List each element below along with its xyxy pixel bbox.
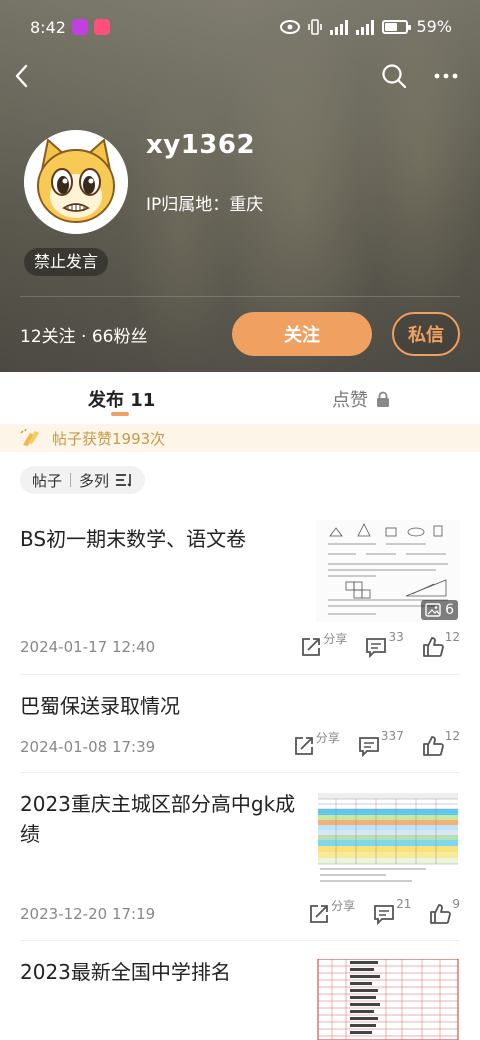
back-arrow-icon — [15, 64, 28, 88]
post-actions: 分享 337 12 — [275, 729, 460, 757]
post-item[interactable]: BS初一期末数学、语文卷 6 2024-01-17 12:40 分享 33 12 — [0, 510, 480, 674]
post-thumbnail[interactable] — [316, 959, 460, 1040]
comment-count: 21 — [396, 897, 412, 911]
post-actions: 分享 21 9 — [290, 897, 460, 925]
comment-action[interactable]: 337 — [358, 729, 404, 757]
image-count: 6 — [445, 602, 454, 618]
like-action[interactable]: 9 — [429, 897, 460, 925]
search-button[interactable] — [376, 58, 412, 94]
signal-icon-2 — [356, 19, 375, 35]
view-toggle-icon[interactable] — [115, 472, 133, 488]
tab-posts[interactable]: 发布 11 — [88, 386, 155, 412]
share-action[interactable]: 分享 — [293, 731, 340, 757]
more-button[interactable] — [428, 58, 464, 94]
username: xy1362 — [146, 130, 256, 160]
share-label: 分享 — [315, 731, 340, 745]
share-icon — [294, 737, 313, 755]
tab-active-indicator — [111, 412, 129, 416]
post-date: 2023-12-20 17:19 — [20, 905, 156, 923]
cartoon-cat-avatar-icon — [24, 130, 128, 234]
share-action[interactable]: 分享 — [308, 899, 355, 925]
tab-likes-label: 点赞 — [332, 390, 368, 411]
ip-location: IP归属地：重庆 — [146, 195, 264, 215]
battery-percent: 59% — [416, 17, 452, 36]
post-thumbnail[interactable]: 6 — [316, 520, 460, 622]
thumbs-up-icon — [422, 637, 444, 657]
header-divider — [20, 296, 460, 297]
banned-badge: 禁止发言 — [24, 248, 109, 276]
share-action[interactable]: 分享 — [300, 632, 347, 658]
profile-tabs: 发布 11 点赞 — [0, 372, 480, 424]
comment-count: 33 — [388, 630, 404, 644]
share-label: 分享 — [323, 632, 348, 646]
status-time: 8:42 — [30, 17, 66, 37]
status-bar: 8:42 59% — [0, 0, 480, 54]
post-item[interactable]: 2023重庆主城区部分高中gk成绩 2023-12-20 17:19 分享 21… — [0, 773, 480, 939]
comment-icon — [366, 638, 387, 658]
post-item[interactable]: 2023最新全国中学排名 — [0, 941, 480, 1040]
tab-likes[interactable]: 点赞 — [332, 386, 390, 412]
more-icon — [434, 73, 458, 79]
likes-banner: 帖子获赞1993次 — [0, 424, 480, 452]
post-item[interactable]: 巴蜀保送录取情况 2024-01-08 17:39 分享 337 12 — [0, 675, 480, 771]
battery-icon — [382, 19, 412, 34]
ranking-table-image — [316, 959, 460, 1040]
like-action[interactable]: 12 — [422, 630, 460, 658]
thumbs-up-icon — [422, 736, 444, 756]
comment-action[interactable]: 33 — [365, 630, 404, 658]
likes-count-text: 帖子获赞1993次 — [52, 429, 166, 448]
follow-stats[interactable]: 12关注 · 66粉丝 — [20, 322, 147, 347]
like-action[interactable]: 12 — [422, 729, 460, 757]
post-actions: 分享 33 12 — [282, 630, 460, 658]
lock-icon — [377, 391, 389, 407]
follow-button[interactable]: 关注 — [232, 312, 372, 356]
post-date: 2024-01-08 17:39 — [20, 738, 156, 756]
post-thumbnail[interactable] — [316, 791, 460, 887]
comment-icon — [358, 737, 379, 757]
thumbs-up-icon — [430, 904, 452, 924]
back-button[interactable] — [4, 58, 40, 94]
clapping-hands-icon — [20, 429, 39, 446]
like-count: 12 — [444, 729, 460, 743]
search-icon — [382, 64, 407, 89]
share-label: 分享 — [331, 899, 356, 913]
share-icon — [302, 638, 321, 656]
top-nav — [0, 58, 480, 94]
music-app-icon — [93, 19, 110, 35]
video-app-icon — [71, 19, 88, 35]
vibrate-icon — [308, 18, 323, 35]
like-count: 9 — [452, 897, 460, 911]
post-title[interactable]: 2023重庆主城区部分高中gk成绩 — [20, 789, 306, 849]
filter-separator — [70, 473, 72, 487]
comment-icon — [374, 905, 394, 925]
status-right: 59% — [280, 17, 452, 36]
post-date: 2024-01-17 12:40 — [20, 638, 156, 656]
filter-view[interactable]: 多列 — [79, 470, 109, 491]
image-count-badge: 6 — [421, 600, 458, 620]
like-count: 12 — [444, 630, 460, 644]
post-title[interactable]: 巴蜀保送录取情况 — [20, 691, 180, 721]
profile-header: 8:42 59% xy1362 IP归属地：重庆 禁止发言 12关注 · 66粉… — [0, 0, 480, 372]
comment-action[interactable]: 21 — [373, 897, 411, 925]
post-title[interactable]: BS初一期末数学、语文卷 — [20, 524, 246, 554]
message-button[interactable]: 私信 — [392, 312, 460, 356]
eye-icon — [280, 19, 301, 34]
comment-count: 337 — [380, 729, 404, 743]
image-icon — [425, 603, 441, 617]
filter-type[interactable]: 帖子 — [32, 470, 62, 491]
avatar[interactable] — [24, 130, 128, 234]
share-icon — [310, 905, 328, 923]
post-title[interactable]: 2023最新全国中学排名 — [20, 957, 231, 987]
score-table-image — [316, 791, 460, 887]
post-filter[interactable]: 帖子 多列 — [20, 466, 146, 494]
signal-icon — [330, 19, 349, 35]
